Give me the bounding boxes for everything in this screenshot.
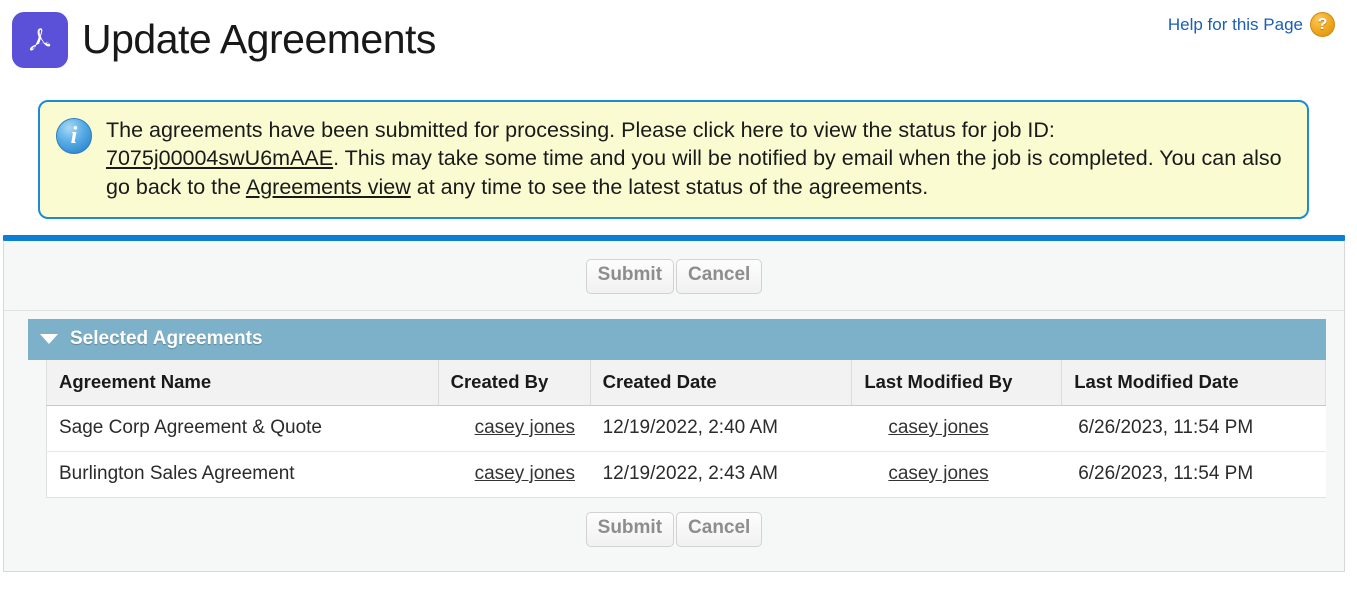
job-id-link[interactable]: 7075j00004swU6mAAE (106, 146, 333, 170)
top-button-bar: Submit Cancel (4, 241, 1344, 312)
table-head: Agreement Name Created By Created Date L… (46, 360, 1326, 407)
cell-created-by: casey jones (438, 405, 591, 453)
table-body: Sage Corp Agreement & Quote casey jones … (46, 405, 1326, 499)
cell-created-date: 12/19/2022, 2:40 AM (590, 405, 852, 453)
message-part-1: The agreements have been submitted for p… (106, 118, 1055, 142)
question-mark-icon[interactable]: ? (1310, 12, 1335, 37)
cell-created-date: 12/19/2022, 2:43 AM (590, 451, 852, 499)
created-by-link[interactable]: casey jones (475, 417, 575, 438)
selected-agreements-section-header[interactable]: Selected Agreements (28, 319, 1326, 361)
table-wrap: Agreement Name Created By Created Date L… (4, 360, 1344, 499)
triangle-down-icon[interactable] (40, 334, 58, 345)
cell-last-modified-date: 6/26/2023, 11:54 PM (1061, 405, 1326, 453)
cell-agreement-name: Burlington Sales Agreement (46, 451, 439, 499)
cell-last-modified-date: 6/26/2023, 11:54 PM (1061, 451, 1326, 499)
info-message-box: i The agreements have been submitted for… (38, 100, 1309, 220)
message-area: i The agreements have been submitted for… (0, 92, 1357, 220)
adobe-acrobat-icon (12, 12, 68, 68)
page-root: Update Agreements Help for this Page ? i… (0, 0, 1357, 604)
cell-created-by: casey jones (438, 451, 591, 499)
cell-last-modified-by: casey jones (851, 451, 1062, 499)
cell-agreement-name: Sage Corp Agreement & Quote (46, 405, 439, 453)
section-wrap: Selected Agreements (4, 311, 1344, 361)
title-row: Update Agreements (12, 12, 1357, 68)
cancel-button-top[interactable]: Cancel (676, 259, 763, 295)
info-message-text: The agreements have been submitted for p… (106, 116, 1284, 201)
bottom-button-bar: Submit Cancel (4, 498, 1344, 559)
table-row: Burlington Sales Agreement casey jones 1… (46, 451, 1326, 499)
message-part-3: at any time to see the latest status of … (410, 174, 929, 199)
cancel-button-bottom[interactable]: Cancel (676, 512, 763, 547)
page-title: Update Agreements (82, 16, 436, 63)
selected-agreements-table: Agreement Name Created By Created Date L… (46, 360, 1326, 499)
table-header-row: Agreement Name Created By Created Date L… (46, 360, 1326, 407)
column-header-created-date: Created Date (590, 360, 853, 407)
submit-button-top[interactable]: Submit (585, 259, 675, 295)
column-header-created-by: Created By (438, 360, 591, 407)
last-modified-by-link[interactable]: casey jones (888, 463, 988, 484)
created-by-link[interactable]: casey jones (475, 463, 575, 484)
section-title: Selected Agreements (70, 328, 263, 350)
last-modified-by-link[interactable]: casey jones (888, 417, 988, 438)
column-header-agreement-name: Agreement Name (46, 360, 439, 407)
submit-button-bottom[interactable]: Submit (585, 512, 675, 547)
info-icon: i (56, 118, 92, 154)
help-area: Help for this Page ? (1168, 12, 1335, 37)
table-row: Sage Corp Agreement & Quote casey jones … (46, 405, 1326, 453)
main-panel: Submit Cancel Selected Agreements Agreeme… (3, 241, 1345, 572)
cell-last-modified-by: casey jones (851, 405, 1062, 453)
column-header-last-modified-by: Last Modified By (851, 360, 1063, 407)
agreements-view-link[interactable]: Agreements view (246, 175, 411, 199)
help-for-this-page-link[interactable]: Help for this Page (1168, 15, 1303, 35)
page-header: Update Agreements Help for this Page ? (0, 0, 1357, 92)
column-header-last-modified-date: Last Modified Date (1061, 360, 1326, 407)
